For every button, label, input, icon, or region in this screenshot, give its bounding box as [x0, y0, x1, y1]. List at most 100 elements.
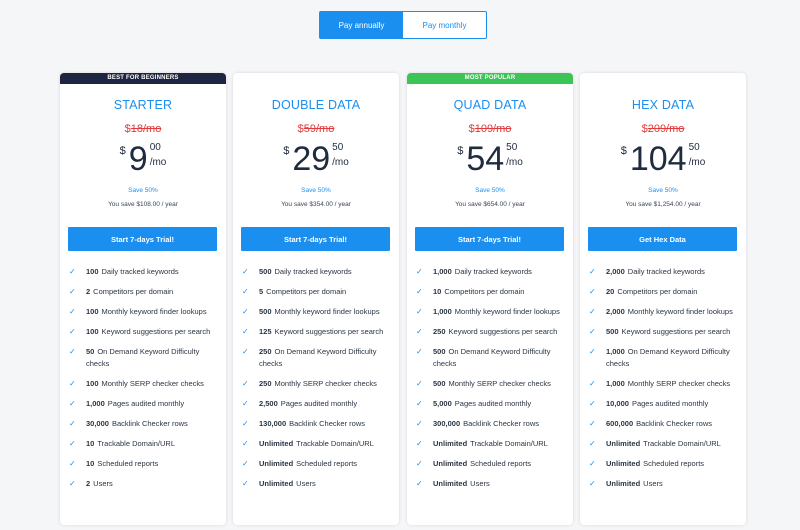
plan-cta-button[interactable]: Start 7-days Trial! — [415, 227, 564, 251]
feature-item: ✓ 100 Keyword suggestions per search — [69, 326, 222, 338]
plan-cta-button[interactable]: Get Hex Data — [588, 227, 737, 251]
feature-amount: Unlimited — [606, 439, 641, 448]
check-icon: ✓ — [589, 419, 596, 428]
check-icon: ✓ — [416, 287, 423, 296]
feature-amount: 2,500 — [259, 399, 278, 408]
feature-text: Unlimited Users — [259, 478, 316, 490]
feature-amount: 500 — [433, 379, 446, 388]
feature-text: 2 Competitors per domain — [86, 286, 173, 298]
plan-cta-button[interactable]: Start 7-days Trial! — [68, 227, 217, 251]
feature-text: 2,500 Pages audited monthly — [259, 398, 357, 410]
feature-text: 50 On Demand Keyword Difficulty checks — [86, 346, 222, 370]
feature-label: Trackable Domain/URL — [470, 439, 548, 448]
feature-amount: 2 — [86, 479, 91, 488]
feature-text: 100 Monthly SERP checker checks — [86, 378, 204, 390]
check-icon: ✓ — [589, 379, 596, 388]
check-icon: ✓ — [416, 379, 423, 388]
price: $ 29 50 /mo — [233, 139, 399, 179]
price-per: /mo — [688, 157, 706, 168]
price: $ 54 50 /mo — [407, 139, 573, 179]
save-percent: Save 50% — [648, 187, 678, 194]
feature-item: ✓ 500 Monthly keyword finder lookups — [242, 306, 395, 318]
feature-amount: 130,000 — [259, 419, 287, 428]
feature-item: ✓ 500 Monthly SERP checker checks — [416, 378, 569, 390]
price-whole: 104 — [629, 140, 687, 178]
you-save-amount: You save $1,254.00 / year — [625, 201, 701, 208]
feature-label: Monthly SERP checker checks — [101, 379, 204, 388]
feature-item: ✓ Unlimited Trackable Domain/URL — [416, 438, 569, 450]
feature-text: Unlimited Trackable Domain/URL — [259, 438, 374, 450]
price-currency: $ — [283, 145, 290, 157]
feature-item: ✓ Unlimited Users — [589, 478, 742, 490]
feature-label: Trackable Domain/URL — [643, 439, 721, 448]
plan-banner — [233, 73, 399, 84]
feature-label: Pages audited monthly — [454, 399, 532, 408]
plan-name: HEX DATA — [631, 98, 695, 112]
plan-cta-button[interactable]: Start 7-days Trial! — [241, 227, 390, 251]
feature-item: ✓ 5 Competitors per domain — [242, 286, 395, 298]
feature-item: ✓ 1,000 Pages audited monthly — [69, 398, 222, 410]
price: $ 9 00 /mo — [60, 139, 226, 179]
feature-text: 250 Monthly SERP checker checks — [259, 378, 377, 390]
feature-text: 100 Keyword suggestions per search — [86, 326, 210, 338]
feature-amount: 1,000 — [433, 307, 452, 316]
old-price-value: 59/mo — [303, 123, 335, 135]
feature-amount: 10 — [86, 439, 95, 448]
feature-label: Monthly keyword finder lookups — [274, 307, 380, 316]
check-icon: ✓ — [416, 479, 423, 488]
feature-text: Unlimited Scheduled reports — [433, 458, 531, 470]
feature-item: ✓ 250 Keyword suggestions per search — [416, 326, 569, 338]
billing-toggle: Pay annually Pay monthly — [319, 11, 487, 39]
feature-label: Daily tracked keywords — [274, 267, 352, 276]
price-currency: $ — [620, 145, 627, 157]
price-whole: 9 — [128, 140, 148, 178]
check-icon: ✓ — [589, 307, 596, 316]
feature-item: ✓ Unlimited Trackable Domain/URL — [242, 438, 395, 450]
feature-label: Monthly SERP checker checks — [274, 379, 377, 388]
check-icon: ✓ — [416, 439, 423, 448]
check-icon: ✓ — [69, 307, 76, 316]
feature-text: 500 On Demand Keyword Difficulty checks — [433, 346, 569, 370]
feature-label: Pages audited monthly — [280, 399, 358, 408]
feature-label: Monthly keyword finder lookups — [454, 307, 560, 316]
price-cents: 50 — [332, 142, 344, 153]
feature-text: Unlimited Scheduled reports — [259, 458, 357, 470]
feature-text: 125 Keyword suggestions per search — [259, 326, 383, 338]
feature-label: Pages audited monthly — [631, 399, 709, 408]
feature-label: Monthly keyword finder lookups — [101, 307, 207, 316]
check-icon: ✓ — [242, 267, 249, 276]
feature-item: ✓ 130,000 Backlink Checker rows — [242, 418, 395, 430]
save-percent: Save 50% — [128, 187, 158, 194]
feature-text: 1,000 Daily tracked keywords — [433, 266, 532, 278]
check-icon: ✓ — [416, 307, 423, 316]
feature-item: ✓ 600,000 Backlink Checker rows — [589, 418, 742, 430]
feature-label: Daily tracked keywords — [627, 267, 705, 276]
price-cents: 50 — [506, 142, 518, 153]
plan-name: DOUBLE DATA — [271, 98, 361, 112]
old-price: $18/mo — [60, 123, 226, 135]
pay-monthly-button[interactable]: Pay monthly — [403, 12, 486, 38]
plan-name: QUAD DATA — [453, 98, 527, 112]
feature-amount: 10 — [433, 287, 442, 296]
feature-label: Keyword suggestions per search — [621, 327, 731, 336]
feature-amount: 100 — [86, 267, 99, 276]
check-icon: ✓ — [69, 327, 76, 336]
feature-amount: 1,000 — [606, 379, 625, 388]
pay-annually-button[interactable]: Pay annually — [320, 12, 403, 38]
feature-label: Monthly SERP checker checks — [627, 379, 731, 388]
feature-label: Keyword suggestions per search — [448, 327, 558, 336]
feature-item: ✓ 1,000 Monthly keyword finder lookups — [416, 306, 569, 318]
check-icon: ✓ — [589, 459, 596, 468]
feature-text: 10,000 Pages audited monthly — [606, 398, 708, 410]
feature-item: ✓ 5,000 Pages audited monthly — [416, 398, 569, 410]
feature-text: Unlimited Trackable Domain/URL — [606, 438, 721, 450]
old-price-value: 18/mo — [130, 123, 162, 135]
feature-item: ✓ 250 Monthly SERP checker checks — [242, 378, 395, 390]
feature-label: Scheduled reports — [97, 459, 159, 468]
feature-label: Backlink Checker rows — [463, 419, 539, 428]
feature-item: ✓ Unlimited Scheduled reports — [589, 458, 742, 470]
feature-list: ✓ 500 Daily tracked keywords ✓ 5 Competito… — [242, 266, 395, 498]
feature-item: ✓ Unlimited Users — [242, 478, 395, 490]
price-cents: 50 — [688, 142, 700, 153]
feature-amount: 2 — [86, 287, 91, 296]
